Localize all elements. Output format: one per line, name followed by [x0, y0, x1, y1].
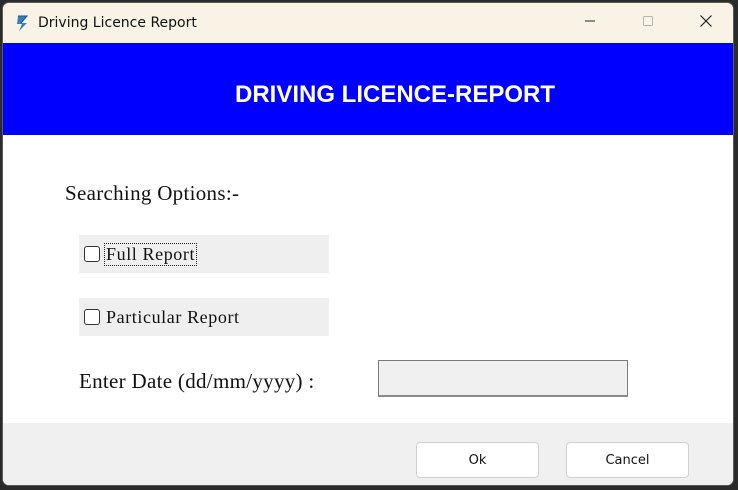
title-bar[interactable]: Driving Licence Report — [3, 3, 733, 43]
date-input[interactable] — [378, 360, 628, 397]
date-label: Enter Date (dd/mm/yyyy) : — [79, 369, 315, 393]
window-title: Driving Licence Report — [38, 15, 197, 31]
minimize-icon — [584, 14, 596, 32]
particular-report-option[interactable]: Particular Report — [79, 298, 329, 336]
banner-title: DRIVING LICENCE-REPORT — [234, 81, 555, 108]
searching-options-label: Searching Options:- — [65, 181, 240, 205]
button-bar: Ok Cancel — [3, 423, 733, 485]
maximize-icon — [642, 14, 654, 32]
full-report-option[interactable]: Full Report — [79, 235, 329, 273]
cancel-button[interactable]: Cancel — [566, 442, 689, 478]
header-banner: DRIVING LICENCE-REPORT — [3, 43, 733, 135]
ok-button[interactable]: Ok — [416, 442, 539, 478]
app-icon — [15, 14, 31, 32]
particular-report-checkbox[interactable] — [84, 309, 100, 325]
full-report-label[interactable]: Full Report — [103, 242, 198, 266]
maximize-button[interactable] — [619, 3, 677, 43]
particular-report-label[interactable]: Particular Report — [105, 307, 241, 328]
close-icon — [699, 14, 713, 33]
close-button[interactable] — [677, 3, 733, 43]
full-report-checkbox[interactable] — [84, 246, 100, 262]
report-window: Driving Licence Report DRIVING LICENCE-R… — [2, 2, 734, 486]
minimize-button[interactable] — [561, 3, 619, 43]
